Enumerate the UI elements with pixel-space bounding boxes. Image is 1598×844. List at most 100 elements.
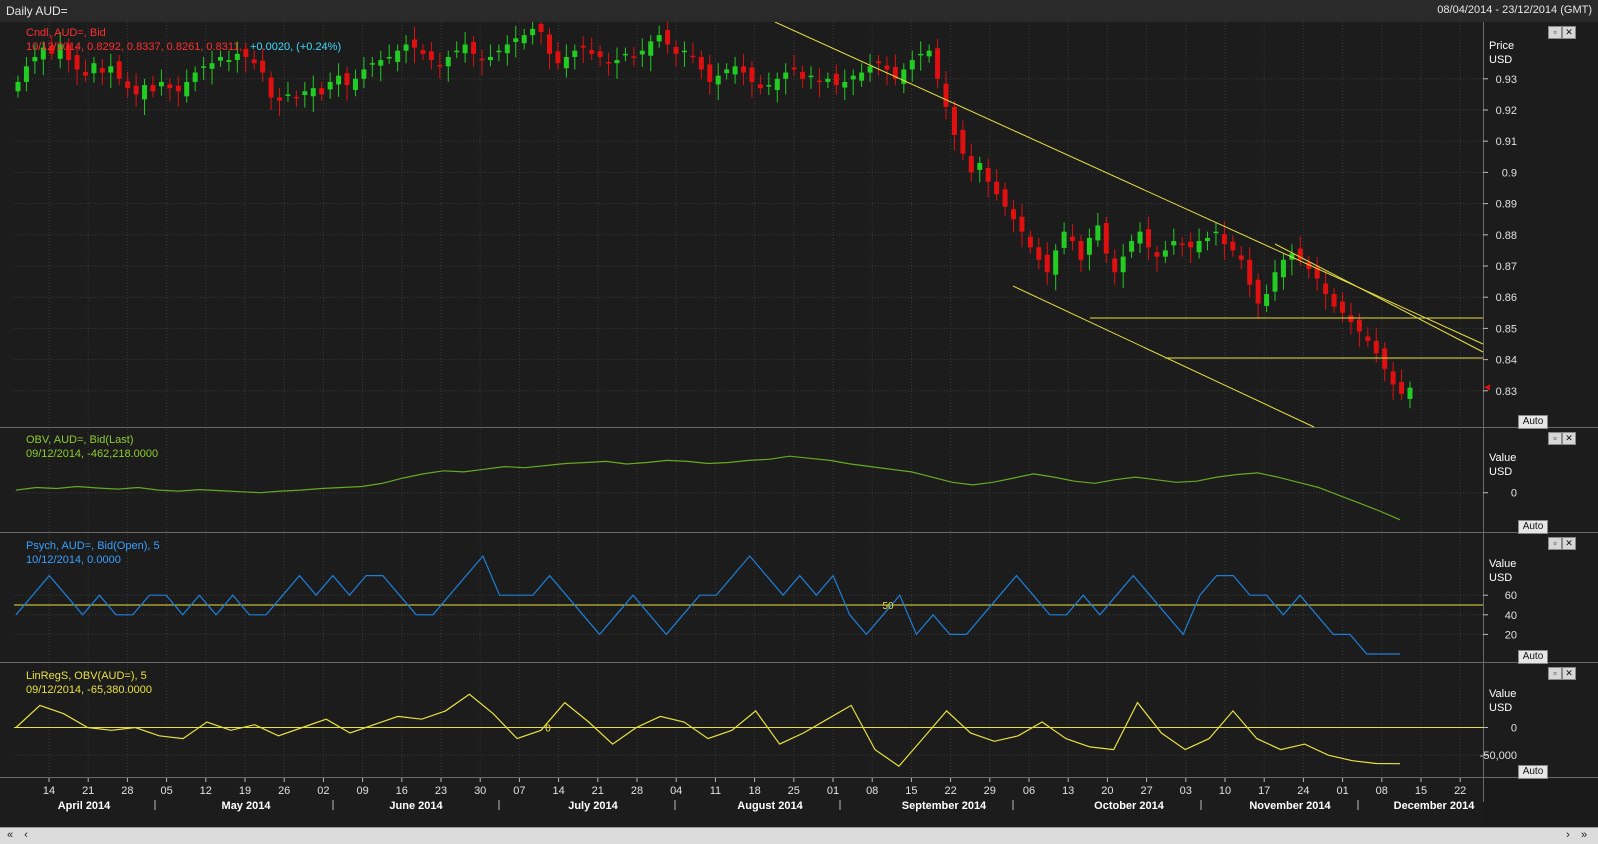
linreg-close-icon[interactable]: ✕ xyxy=(1562,667,1576,680)
candle-body xyxy=(310,88,316,97)
candle-body xyxy=(639,50,645,55)
month-label: April 2014 xyxy=(58,800,111,812)
candle-body xyxy=(192,72,198,82)
x-tick-label: 09 xyxy=(356,785,368,797)
price-axis-title: Price xyxy=(1489,40,1514,52)
x-tick-label: 15 xyxy=(1415,785,1427,797)
price-auto-button[interactable]: Auto xyxy=(1518,415,1548,429)
psych-tick-label: 40 xyxy=(1505,610,1517,622)
candle-body xyxy=(1323,283,1329,295)
scroll-right-step-icon[interactable]: › xyxy=(1560,828,1576,843)
candle-body xyxy=(395,50,401,62)
candle-body xyxy=(454,50,460,53)
candle-body xyxy=(665,30,671,45)
candle-body xyxy=(1238,255,1244,260)
candle-body xyxy=(960,129,966,154)
candle-body xyxy=(1137,231,1143,244)
window-title: Daily AUD= xyxy=(6,4,68,18)
linreg-tick-label: 0 xyxy=(1511,723,1517,735)
candle-body xyxy=(226,60,232,62)
candle-body xyxy=(1221,234,1227,245)
candle-body xyxy=(918,53,924,56)
candle-body xyxy=(1382,348,1388,369)
month-label: November 2014 xyxy=(1249,800,1331,812)
obv-close-icon[interactable]: ✕ xyxy=(1562,432,1576,445)
candle-body xyxy=(673,46,679,54)
candle-body xyxy=(496,50,502,53)
linreg-auto-button[interactable]: Auto xyxy=(1518,765,1548,779)
candle-body xyxy=(614,60,620,64)
obv-legend-title: OBV, AUD=, Bid(Last) xyxy=(26,434,134,446)
candle-body xyxy=(1280,259,1286,278)
candle-body xyxy=(926,50,932,57)
candle-body xyxy=(833,73,839,86)
candle-body xyxy=(327,81,333,90)
month-label: May 2014 xyxy=(222,800,272,812)
candle-body xyxy=(504,44,510,54)
obv-restore-icon[interactable]: ▫ xyxy=(1548,432,1562,445)
x-tick-label: 27 xyxy=(1140,785,1152,797)
price-tick-label: 0.88 xyxy=(1496,230,1517,242)
scrollbar[interactable]: « ‹ › » xyxy=(0,827,1598,844)
linreg-axis-unit: USD xyxy=(1489,702,1512,714)
psych-reference-label: 50 xyxy=(882,601,894,612)
psych-auto-button[interactable]: Auto xyxy=(1518,650,1548,664)
x-tick-label: 11 xyxy=(710,785,721,797)
scroll-left-icon[interactable]: « xyxy=(2,828,18,843)
candle-body xyxy=(32,56,38,62)
candle-body xyxy=(1154,252,1160,257)
obv-auto-button[interactable]: Auto xyxy=(1518,520,1548,534)
chart-canvas[interactable]: 0.93 0.92 0.91 0.9 0.89 0.88 0.87 0.86 0.85 0.84 0… xyxy=(0,22,1598,827)
candle-body xyxy=(656,35,662,42)
x-tick-label: 22 xyxy=(944,785,956,797)
price-close-icon[interactable]: ✕ xyxy=(1562,26,1576,39)
candle-body xyxy=(951,106,957,135)
candle-body xyxy=(884,65,890,70)
candle-body xyxy=(1086,237,1092,255)
candle-body xyxy=(184,81,190,97)
x-tick-label: 21 xyxy=(82,785,94,797)
price-axis-unit: USD xyxy=(1489,54,1512,66)
candle-body xyxy=(243,48,249,57)
price-tick-label: 0.91 xyxy=(1496,136,1517,148)
x-tick-label: 08 xyxy=(1376,785,1388,797)
candle-body xyxy=(859,72,865,81)
candle-body xyxy=(589,50,595,54)
candle-body xyxy=(749,67,755,82)
obv-legend-value: 09/12/2014, -462,218.0000 xyxy=(26,448,158,460)
candle-body xyxy=(361,69,367,79)
candle-body xyxy=(816,80,822,83)
candle-body xyxy=(546,34,552,54)
x-tick-label: 14 xyxy=(43,785,55,797)
candle-body xyxy=(842,81,848,88)
candle-body xyxy=(1044,254,1050,273)
price-restore-icon[interactable]: ▫ xyxy=(1548,26,1562,39)
scroll-left-step-icon[interactable]: ‹ xyxy=(18,828,34,843)
candle-body xyxy=(774,78,780,91)
scroll-right-icon[interactable]: » xyxy=(1576,828,1592,843)
psych-close-icon[interactable]: ✕ xyxy=(1562,537,1576,550)
candle-body xyxy=(563,56,569,69)
candle-body xyxy=(217,56,223,61)
candle-body xyxy=(1162,250,1168,257)
candle-body xyxy=(403,44,409,51)
candle-body xyxy=(622,53,628,56)
price-panel-bg xyxy=(0,22,1598,427)
window-titlebar: Daily AUD= 08/04/2014 - 23/12/2014 (GMT) xyxy=(0,0,1598,23)
candle-body xyxy=(867,66,873,73)
candle-body xyxy=(1348,315,1354,323)
linreg-restore-icon[interactable]: ▫ xyxy=(1548,667,1562,680)
candle-body xyxy=(1365,336,1371,341)
price-tick-label: 0.86 xyxy=(1496,292,1517,304)
candle-body xyxy=(732,66,738,75)
candle-body xyxy=(1356,319,1362,332)
candle-body xyxy=(876,61,882,64)
candle-body xyxy=(513,38,519,42)
candle-body xyxy=(648,41,654,56)
obv-panel-bg xyxy=(0,429,1598,532)
psych-restore-icon[interactable]: ▫ xyxy=(1548,537,1562,550)
candle-body xyxy=(1002,189,1008,207)
candle-body xyxy=(201,66,207,68)
x-tick-label: 21 xyxy=(592,785,604,797)
x-tick-label: 23 xyxy=(435,785,447,797)
